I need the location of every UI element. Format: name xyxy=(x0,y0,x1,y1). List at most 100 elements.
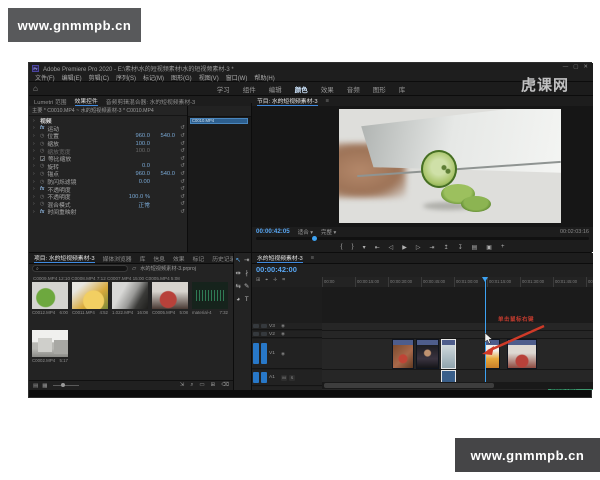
stopwatch-icon[interactable]: ◷ xyxy=(40,133,44,139)
title-bar[interactable]: Pr Adobe Premiere Pro 2020 - E:\素材\水的短视频… xyxy=(29,63,593,73)
timeline-tracks-area[interactable]: material-4.mp3 xyxy=(322,287,593,382)
workspace-tab[interactable]: 学习 xyxy=(217,84,230,94)
tool-button[interactable]: ⇥ xyxy=(244,257,249,264)
menu-item[interactable]: 图形(G) xyxy=(171,73,192,82)
parameter-value[interactable]: 100.0 xyxy=(128,141,150,147)
fx-badge-icon[interactable]: fx xyxy=(40,209,44,215)
stopwatch-icon[interactable]: ◷ xyxy=(40,201,44,207)
playback-resolution-select[interactable]: 完整 ▾ xyxy=(321,228,336,236)
project-item[interactable]: 1.022.MP4 16:08 xyxy=(112,282,148,315)
reset-parameter-icon[interactable]: ↺ xyxy=(178,148,187,154)
transport-button[interactable]: ◁ xyxy=(389,244,394,251)
zoom-level-select[interactable]: 适合 ▾ xyxy=(298,228,313,236)
program-monitor-tab[interactable]: 节目: 水的短视频素材-3 xyxy=(257,96,318,106)
reset-parameter-icon[interactable]: ↺ xyxy=(178,186,187,192)
mini-timeline-clip[interactable]: C0010.MP4 xyxy=(190,118,248,124)
video-track-lane[interactable] xyxy=(322,331,593,339)
stopwatch-icon[interactable]: ◷ xyxy=(40,148,44,154)
timeline-toolbar-icon[interactable]: ⊞ xyxy=(256,277,260,283)
audio-track-header[interactable]: A1 M S xyxy=(252,370,322,386)
workspace-tab[interactable]: 音频 xyxy=(347,84,360,94)
menu-item[interactable]: 帮助(H) xyxy=(254,73,274,82)
parameter-value[interactable]: 正常 xyxy=(128,200,150,209)
search-input[interactable]: ⌕ xyxy=(32,265,128,272)
tool-button[interactable]: ◕ xyxy=(236,296,240,303)
video-track-header[interactable]: V2 ◉ xyxy=(252,331,322,338)
view-toggle-icon[interactable]: ▦ xyxy=(42,383,47,389)
transport-button[interactable]: ▶ xyxy=(402,244,407,251)
parameter-value[interactable]: 0.00 xyxy=(128,179,150,185)
tool-button[interactable]: ⇹ xyxy=(236,270,241,277)
mute-button[interactable]: M xyxy=(281,375,287,381)
transport-button[interactable]: } xyxy=(352,244,354,250)
item-name[interactable]: material-4 xyxy=(192,310,212,315)
fx-badge-icon[interactable]: fx xyxy=(40,125,44,131)
stopwatch-icon[interactable]: ◷ xyxy=(40,141,44,147)
chevron-icon[interactable]: › xyxy=(33,148,37,154)
audio-track-header[interactable]: A2 M S xyxy=(252,387,322,390)
chevron-icon[interactable]: › xyxy=(33,163,37,169)
project-action-icon[interactable]: ⌫ xyxy=(221,382,229,389)
solo-button[interactable]: S xyxy=(289,375,295,381)
item-name[interactable]: C0012.MP4 xyxy=(32,310,55,315)
menu-item[interactable]: 视图(V) xyxy=(199,73,219,82)
tool-button[interactable]: ↖ xyxy=(236,257,241,264)
menu-item[interactable]: 窗口(W) xyxy=(226,73,248,82)
panel-tab[interactable]: 媒体浏览器 xyxy=(103,254,132,263)
target-patch[interactable] xyxy=(261,372,267,383)
source-patch[interactable] xyxy=(253,324,259,328)
menu-item[interactable]: 标记(M) xyxy=(143,73,164,82)
reset-parameter-icon[interactable]: ↺ xyxy=(178,125,187,131)
thumbnail-size-slider[interactable] xyxy=(53,385,79,386)
project-action-icon[interactable]: ▭ xyxy=(199,382,204,389)
workspace-tab[interactable]: 图形 xyxy=(373,84,386,94)
project-action-icon[interactable]: ⊞ xyxy=(211,382,216,389)
target-patch[interactable] xyxy=(261,332,267,336)
video-clip[interactable] xyxy=(416,339,439,369)
panel-tab[interactable]: Lumetri 范围 xyxy=(34,97,67,106)
stopwatch-icon[interactable]: ◷ xyxy=(40,179,44,185)
transport-button[interactable]: { xyxy=(341,244,343,250)
tool-button[interactable]: ∤ xyxy=(245,270,248,277)
workspace-tab[interactable]: 颜色 xyxy=(295,84,308,94)
workspace-tab[interactable]: 效果 xyxy=(321,84,334,94)
item-thumbnail[interactable] xyxy=(32,330,68,357)
timeline-timecode[interactable]: 00:00:42:00 xyxy=(256,265,297,274)
menu-item[interactable]: 序列(S) xyxy=(116,73,136,82)
item-thumbnail[interactable] xyxy=(112,282,148,309)
item-name[interactable]: C0005.MP4 xyxy=(152,310,175,315)
project-action-icon[interactable]: ⌕ xyxy=(190,382,193,389)
project-item[interactable]: C0002.MP4 5:17 xyxy=(32,330,68,363)
reset-parameter-icon[interactable]: ↺ xyxy=(178,156,187,162)
target-patch[interactable] xyxy=(261,324,267,328)
window-control-button[interactable]: ▢ xyxy=(573,64,578,70)
panel-menu-icon[interactable]: ≡ xyxy=(311,255,314,261)
reset-parameter-icon[interactable]: ↺ xyxy=(178,179,187,185)
timeline-toolbar-icon[interactable]: ⌖ xyxy=(265,277,268,283)
effect-parameter-row[interactable]: › fx ◷ ✓ 时间重映射 ↺ xyxy=(29,208,187,216)
tool-button[interactable]: ⇆ xyxy=(236,283,241,290)
workspace-tab[interactable]: 编辑 xyxy=(269,84,282,94)
effect-controls-mini-timeline[interactable]: C0010.MP4 xyxy=(187,106,251,252)
parameter-value[interactable]: 960.0 xyxy=(128,133,150,139)
scrubber-playhead[interactable] xyxy=(312,236,317,241)
parameter-value-2[interactable]: 540.0 xyxy=(153,171,175,177)
project-item[interactable]: C0011.MP4 4:52 xyxy=(72,282,108,315)
chevron-icon[interactable]: › xyxy=(33,156,37,162)
parameter-value[interactable]: 960.0 xyxy=(128,171,150,177)
source-patch[interactable] xyxy=(253,343,259,363)
menu-item[interactable]: 文件(F) xyxy=(35,73,55,82)
workspace-tab[interactable]: 组件 xyxy=(243,84,256,94)
chevron-icon[interactable]: › xyxy=(33,186,37,192)
panel-tab[interactable]: 效果控件 xyxy=(75,96,98,106)
chevron-icon[interactable]: › xyxy=(33,141,37,147)
toggle-track-output-icon[interactable]: ◉ xyxy=(281,351,285,357)
item-thumbnail[interactable] xyxy=(152,282,188,309)
home-icon[interactable]: ⌂ xyxy=(33,84,38,93)
window-control-button[interactable]: — xyxy=(563,64,569,70)
toggle-track-output-icon[interactable]: ◉ xyxy=(281,331,285,337)
reset-parameter-icon[interactable]: ↺ xyxy=(178,194,187,200)
view-toggle-icon[interactable]: ▤ xyxy=(33,383,38,389)
reset-parameter-icon[interactable]: ↺ xyxy=(178,163,187,169)
project-item[interactable]: C0012.MP4 6:00 xyxy=(32,282,68,315)
